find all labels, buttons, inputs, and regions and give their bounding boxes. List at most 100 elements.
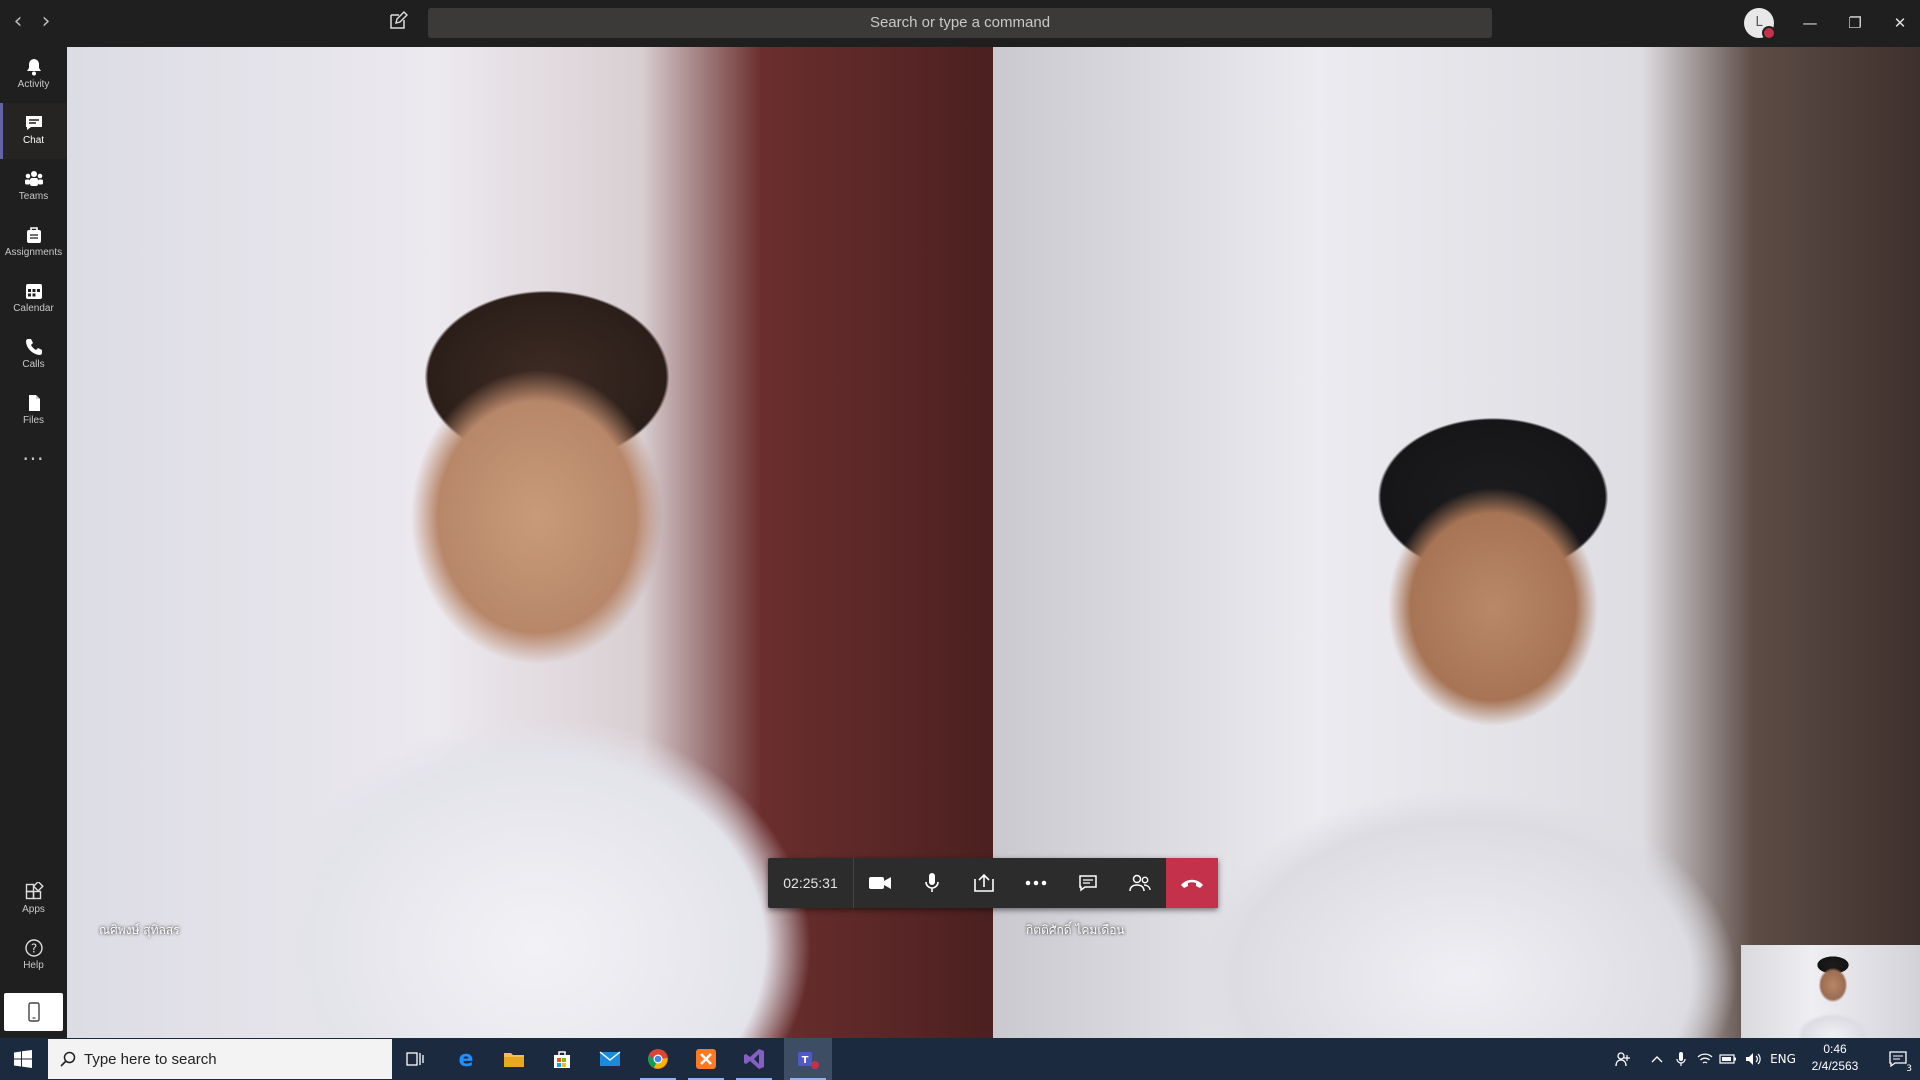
rail-label: Chat [22, 135, 45, 146]
video-camera-icon [869, 877, 891, 889]
windows-taskbar: Type here to search e T ENG 0:46 2/4/256… [0, 1038, 1920, 1080]
taskbar-app-file-explorer[interactable] [490, 1038, 538, 1080]
visual-studio-icon [744, 1049, 764, 1069]
participant-name-right: กิตติศักดิ์ ไคมเดือน [1026, 923, 1125, 937]
call-controls: 02:25:31 [768, 858, 1218, 908]
people-icon[interactable] [1612, 1038, 1634, 1080]
svg-text:T: T [802, 1055, 809, 1066]
bell-icon [26, 59, 41, 76]
presence-badge [1762, 26, 1776, 40]
files-icon [28, 395, 40, 411]
notification-count: 3 [1906, 1064, 1912, 1074]
hang-up-icon [1181, 879, 1203, 888]
volume-icon[interactable] [1744, 1038, 1764, 1080]
minimize-button[interactable]: — [1795, 10, 1825, 36]
share-screen-button[interactable] [958, 858, 1010, 908]
rail-label: Apps [22, 904, 45, 915]
taskbar-app-xampp[interactable] [682, 1038, 730, 1080]
rail-item-apps[interactable]: Apps [0, 872, 67, 928]
clock-date: 2/4/2563 [1811, 1059, 1859, 1073]
chevron-up-icon[interactable] [1648, 1038, 1666, 1080]
self-video-preview[interactable] [1741, 945, 1920, 1038]
task-view-button[interactable] [392, 1038, 440, 1080]
rail-label: Teams [18, 191, 49, 202]
wifi-icon[interactable] [1696, 1038, 1714, 1080]
more-actions-button[interactable] [1010, 858, 1062, 908]
participant-name-left: ณศิพงษ์ สุทิลสร [99, 923, 180, 937]
restore-button[interactable]: ❐ [1840, 10, 1870, 36]
show-conversation-button[interactable] [1062, 858, 1114, 908]
chat-icon [1079, 875, 1097, 892]
edge-icon: e [459, 1048, 474, 1070]
xampp-icon [696, 1049, 716, 1069]
rail-item-calls[interactable]: Calls [0, 327, 67, 383]
taskbar-search-placeholder: Type here to search [84, 1050, 217, 1068]
taskbar-app-mail[interactable] [586, 1038, 634, 1080]
teams-taskbar-icon: T [798, 1052, 819, 1069]
compose-icon[interactable] [388, 11, 410, 33]
help-icon: ? [24, 939, 43, 957]
start-button[interactable] [0, 1038, 46, 1080]
participants-icon [1129, 874, 1151, 892]
apps-icon [25, 882, 44, 900]
taskbar-search-input[interactable]: Type here to search [48, 1039, 392, 1079]
microphone-icon [925, 873, 939, 892]
file-explorer-icon [504, 1053, 524, 1067]
rail-label: Files [22, 415, 45, 426]
task-view-icon [406, 1052, 424, 1066]
chrome-icon [648, 1049, 668, 1069]
taskbar-app-edge[interactable]: e [442, 1038, 490, 1080]
show-participants-button[interactable] [1114, 858, 1166, 908]
svg-text:?: ? [30, 942, 36, 956]
command-search-input[interactable]: Search or type a command [428, 8, 1492, 38]
hang-up-button[interactable] [1166, 858, 1218, 908]
microphone-tray-icon[interactable] [1672, 1038, 1690, 1080]
chat-icon [25, 116, 42, 130]
store-icon [554, 1051, 570, 1068]
rail-item-assignments[interactable]: Assignments [0, 215, 67, 271]
taskbar-app-store[interactable] [538, 1038, 586, 1080]
rail-item-calendar[interactable]: Calendar [0, 271, 67, 327]
battery-icon[interactable] [1718, 1038, 1738, 1080]
more-icon [1025, 880, 1047, 886]
rail-label: Help [23, 960, 44, 971]
taskbar-app-teams[interactable]: T [784, 1038, 832, 1080]
language-indicator[interactable]: ENG [1766, 1038, 1800, 1080]
device-button[interactable] [4, 993, 63, 1031]
more-icon: ... [22, 441, 45, 465]
mail-icon [599, 1051, 621, 1066]
share-screen-icon [974, 873, 994, 892]
rail-more-button[interactable]: ... [0, 443, 67, 473]
notification-icon [1889, 1051, 1907, 1068]
teams-icon [24, 171, 43, 186]
taskbar-clock[interactable]: 0:46 2/4/2563 [1800, 1041, 1870, 1075]
rail-item-activity[interactable]: Activity [0, 47, 67, 103]
back-arrow-icon[interactable]: ‹ [6, 10, 30, 34]
title-bar: ‹ › Search or type a command L — ❐ ✕ [0, 0, 1920, 47]
search-icon [60, 1051, 76, 1067]
rail-label: Calls [22, 359, 45, 370]
rail-item-files[interactable]: Files [0, 383, 67, 439]
clock-time: 0:46 [1823, 1042, 1847, 1056]
rail-label: Calendar [13, 303, 54, 314]
windows-logo-icon [14, 1050, 32, 1068]
app-rail: Activity Chat Teams Assignments Calendar… [0, 47, 67, 1038]
call-timer: 02:25:31 [768, 858, 854, 908]
rail-label: Assignments [4, 247, 63, 258]
taskbar-app-chrome[interactable] [634, 1038, 682, 1080]
mobile-device-icon [27, 1002, 40, 1022]
rail-item-teams[interactable]: Teams [0, 159, 67, 215]
rail-item-help[interactable]: ? Help [0, 928, 67, 984]
phone-icon [25, 339, 42, 355]
avatar[interactable]: L [1744, 8, 1776, 40]
rail-item-chat[interactable]: Chat [0, 103, 67, 159]
camera-button[interactable] [854, 858, 906, 908]
assignments-icon [26, 227, 41, 243]
avatar-initial: L [1755, 15, 1763, 30]
action-center-button[interactable]: 3 [1876, 1038, 1920, 1080]
rail-label: Activity [17, 79, 50, 90]
forward-arrow-icon[interactable]: › [34, 10, 58, 34]
taskbar-app-visual-studio[interactable] [730, 1038, 778, 1080]
microphone-button[interactable] [906, 858, 958, 908]
close-button[interactable]: ✕ [1885, 10, 1915, 36]
